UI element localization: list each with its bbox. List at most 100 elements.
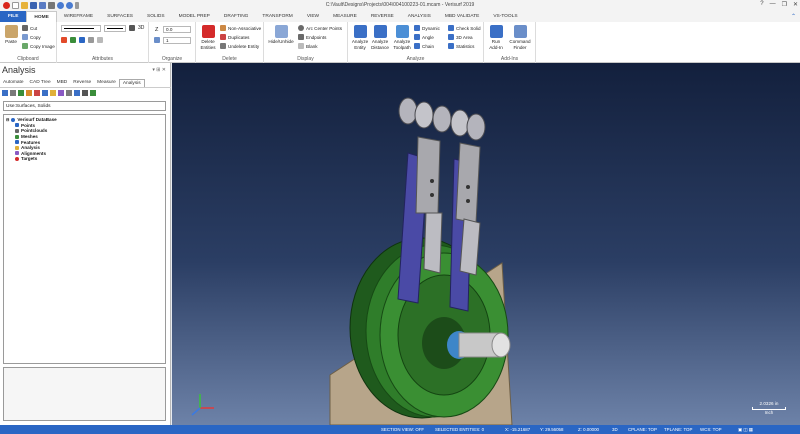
cplane-status[interactable]: CPLANE: TOP	[628, 427, 657, 432]
tab-model-prep[interactable]: MODEL PREP	[172, 11, 217, 22]
copy-image-button[interactable]: Copy Image	[22, 43, 55, 49]
point-style-icon[interactable]	[129, 25, 135, 31]
angle-button[interactable]: Angle	[414, 34, 434, 40]
panel-tab-analysis[interactable]: Analysis	[118, 79, 145, 87]
arc-center-points-button[interactable]: Arc Center Points	[298, 25, 342, 31]
non-associative-button[interactable]: Non-Associative	[220, 25, 261, 31]
tab-solids[interactable]: SOLIDS	[140, 11, 172, 22]
line-width-select[interactable]	[104, 25, 126, 32]
entity-filter-field[interactable]: Use:Surfaces, Solids	[3, 101, 166, 111]
mode-3d-toggle[interactable]: 3D	[612, 427, 618, 432]
panel-tab-cad-tree[interactable]: CAD Tree	[27, 79, 54, 87]
pen-icon[interactable]	[79, 37, 85, 43]
copy-button[interactable]: Copy	[22, 34, 41, 40]
close-button[interactable]: ✕	[793, 1, 798, 8]
whisker-icon[interactable]	[26, 90, 32, 96]
tab-file[interactable]: FILE	[0, 11, 27, 22]
y-coordinate: Y: 29.56058	[540, 427, 564, 432]
level-select[interactable]: 1	[163, 37, 191, 44]
tab-home[interactable]: HOME	[26, 11, 57, 22]
panel-tab-measure[interactable]: Measure	[94, 79, 119, 87]
check-solid-button[interactable]: Check Solid	[448, 25, 481, 31]
database-icon[interactable]	[2, 90, 8, 96]
cut-button[interactable]: Cut	[22, 25, 37, 31]
gauge-icon[interactable]	[34, 90, 40, 96]
panel-tab-mbd[interactable]: MBD	[54, 79, 71, 87]
tab-analysis[interactable]: ANALYSIS	[401, 11, 438, 22]
copy-icon	[22, 34, 28, 40]
group-analyze: Analyze Entity Analyze Distance Analyze …	[348, 22, 484, 63]
tab-surfaces[interactable]: SURFACES	[100, 11, 140, 22]
collapse-icon[interactable]: ⊟	[6, 117, 9, 122]
color-map-icon[interactable]	[50, 90, 56, 96]
chain-button[interactable]: Chain	[414, 43, 434, 49]
tab-transform[interactable]: TRANSFORM	[255, 11, 299, 22]
roller-5	[466, 113, 486, 141]
delete-entities-button[interactable]: Delete Entities	[199, 25, 217, 50]
panel-tab-automate[interactable]: Automate	[0, 79, 27, 87]
panel-tab-reverse[interactable]: Reverse	[70, 79, 94, 87]
hide-unhide-button[interactable]: Hide/Unhide	[267, 25, 295, 45]
ribbon-tab-bar: FILE HOME WIREFRAME SURFACES SOLIDS MODE…	[0, 11, 800, 22]
panel-pin-icon[interactable]: ▾ ⊞ ✕	[152, 67, 166, 73]
section-icon[interactable]	[42, 90, 48, 96]
window-controls: ? — ❐ ✕	[760, 1, 798, 8]
tree-node-targets[interactable]: Targets	[6, 156, 163, 162]
graphics-viewport[interactable]: 2.0326 in Inch	[172, 63, 800, 425]
run-addin-button[interactable]: Run Add-In	[487, 25, 505, 50]
roller-4	[450, 109, 470, 137]
command-finder-button[interactable]: Command Finder	[507, 25, 533, 50]
paste-button[interactable]: Paste	[3, 25, 19, 45]
tab-vs-tools[interactable]: VS-TOOLS	[486, 11, 524, 22]
paste-icon	[4, 25, 18, 38]
alignments-icon	[15, 151, 19, 156]
view-3d-label[interactable]: 3D	[138, 25, 144, 31]
endpoints-button[interactable]: Endpoints	[298, 34, 326, 40]
statistics-button[interactable]: Statistics	[448, 43, 474, 49]
color-icon[interactable]	[61, 37, 67, 43]
view-mode-icon[interactable]: ▣ ◫ ▦	[738, 427, 753, 433]
dynamic-button[interactable]: Dynamic	[414, 25, 440, 31]
z-depth-input[interactable]: 0.0	[163, 26, 191, 33]
blank-button[interactable]: Blank	[298, 43, 318, 49]
scissors-icon	[22, 25, 28, 31]
tplane-status[interactable]: TPLANE: TOP	[664, 427, 692, 432]
help-button[interactable]: ?	[760, 1, 763, 8]
wcs-status[interactable]: WCS: TOP	[700, 427, 722, 432]
model-render	[191, 97, 513, 425]
tab-view[interactable]: VIEW	[300, 11, 326, 22]
fill-icon[interactable]	[70, 37, 76, 43]
tab-measure[interactable]: MEASURE	[326, 11, 364, 22]
arm-left	[415, 136, 441, 214]
analyze-toolpath-button[interactable]: Analyze Toolpath	[392, 25, 412, 50]
database-tree[interactable]: ⊟ Verisurf DataBase Points Pointclouds M…	[3, 114, 166, 364]
duplicates-button[interactable]: Duplicates	[220, 34, 249, 40]
ribbon-collapse-icon[interactable]: ⌃	[791, 11, 800, 22]
analyze-distance-icon	[373, 25, 387, 38]
undelete-entity-button[interactable]: Undelete Entity	[220, 43, 259, 49]
tab-wireframe[interactable]: WIREFRAME	[57, 11, 100, 22]
clear-attr-icon[interactable]	[97, 37, 103, 43]
line-style-select[interactable]	[61, 25, 101, 32]
filter-icon[interactable]	[58, 90, 64, 96]
tab-reverse[interactable]: REVERSE	[364, 11, 401, 22]
section-view-status[interactable]: SECTION VIEW: OFF	[381, 427, 424, 432]
window-title: C:\Vault\Designs\Projects\004\004100223-…	[325, 2, 475, 8]
minimize-button[interactable]: —	[770, 1, 776, 8]
report-icon[interactable]	[66, 90, 72, 96]
analyze-entity-button[interactable]: Analyze Entity	[351, 25, 369, 50]
material-icon[interactable]	[88, 37, 94, 43]
analyze-distance-button[interactable]: Analyze Distance	[370, 25, 390, 50]
export-icon[interactable]	[90, 90, 96, 96]
tab-drafting[interactable]: DRAFTING	[217, 11, 256, 22]
axis-icon[interactable]	[82, 90, 88, 96]
tab-mbd-validate[interactable]: MBD VALIDATE	[438, 11, 486, 22]
maximize-button[interactable]: ❐	[782, 1, 787, 8]
area-3d-button[interactable]: 3D Area	[448, 34, 473, 40]
undelete-icon	[220, 43, 226, 49]
settings-icon[interactable]	[10, 90, 16, 96]
panel-tabs: Automate CAD Tree MBD Reverse Measure An…	[0, 79, 171, 88]
table-icon[interactable]	[74, 90, 80, 96]
compare-icon[interactable]	[18, 90, 24, 96]
title-bar: C:\Vault\Designs\Projects\004\004100223-…	[0, 0, 800, 11]
